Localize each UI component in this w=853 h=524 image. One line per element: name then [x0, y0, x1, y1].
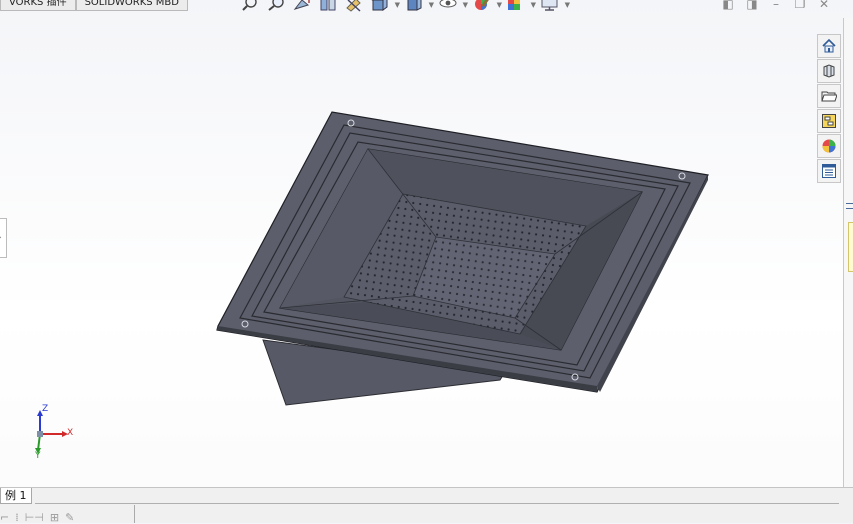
task-pane-grip[interactable]: [846, 203, 853, 204]
feature-manager-flyout-handle[interactable]: ›: [0, 218, 7, 258]
sheet-tab[interactable]: 例 1: [0, 488, 32, 504]
triad-x-label: X: [67, 428, 74, 438]
sketch-tool-icon[interactable]: ⌐: [0, 511, 9, 524]
task-pane-expand-tab[interactable]: [848, 222, 853, 272]
task-pane-tabs: [817, 34, 841, 183]
reference-triad: Z X Y: [28, 404, 78, 465]
custom-properties-icon[interactable]: [817, 159, 841, 183]
file-explorer-icon[interactable]: [817, 84, 841, 108]
sheet-tab-strip: [35, 488, 839, 504]
smart-dimension-icon[interactable]: ⊢⊣: [25, 511, 44, 524]
bottom-toolbar: ⌐ ⁞ ⊢⊣ ⊞ ✎: [0, 511, 74, 524]
pencil-icon[interactable]: ✎: [65, 511, 74, 524]
appearances-icon[interactable]: [817, 134, 841, 158]
home-icon[interactable]: [817, 34, 841, 58]
table-tool-icon[interactable]: ⊞: [50, 511, 59, 524]
view-palette-icon[interactable]: [817, 109, 841, 133]
bottom-bar: 例 1 ⌐ ⁞ ⊢⊣ ⊞ ✎: [0, 487, 853, 524]
task-pane-grip[interactable]: [846, 208, 853, 209]
triad-z-label: Z: [42, 404, 49, 414]
bottom-toolbar-separator: [134, 505, 135, 523]
design-library-icon[interactable]: [817, 59, 841, 83]
dimension-tool-icon[interactable]: ⁞: [15, 511, 19, 524]
triad-y-label: Y: [35, 451, 41, 461]
graphics-area[interactable]: [0, 0, 853, 522]
